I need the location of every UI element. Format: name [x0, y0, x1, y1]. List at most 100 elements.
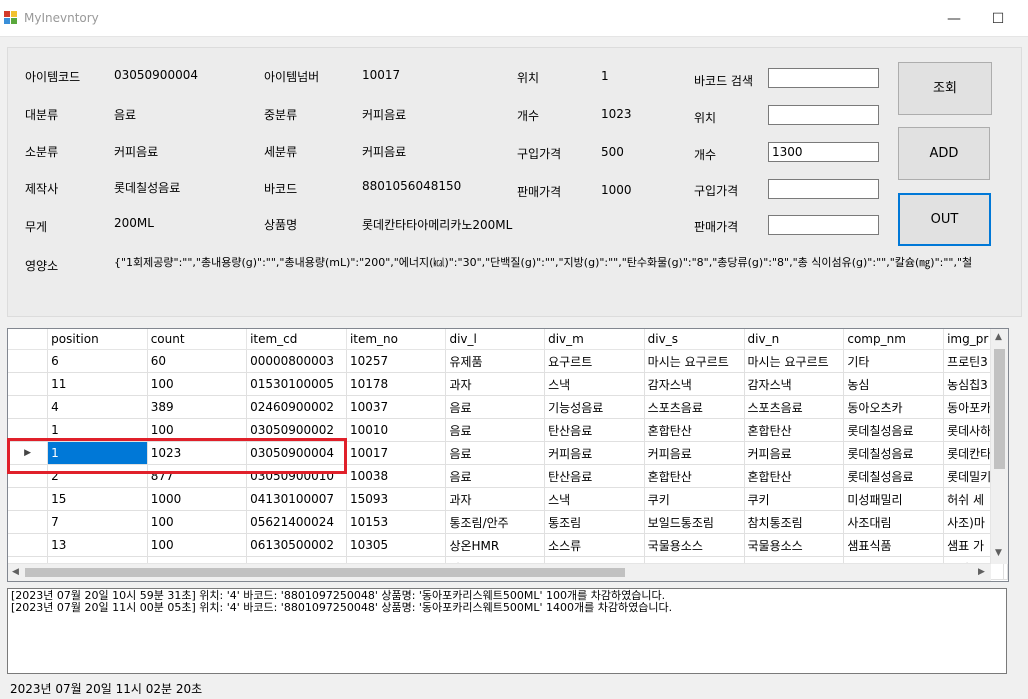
grid-cell-item-cd[interactable]: 01530100005 [246, 372, 347, 396]
location-input[interactable] [768, 105, 879, 125]
table-row[interactable]: 4 389 02460900002 10037 음료 기능성음료 스포츠음료 스포츠음료 동아오… [8, 395, 1008, 419]
horizontal-scroll-thumb[interactable] [25, 568, 625, 577]
grid-cell-div-m[interactable]: 탄산음료 [544, 418, 645, 442]
grid-cell-count[interactable]: 100 [147, 533, 248, 557]
grid-cell-div-s[interactable]: 혼합탄산 [644, 418, 745, 442]
row-header[interactable] [8, 533, 49, 557]
grid-cell-item-no[interactable]: 15093 [346, 487, 447, 511]
grid-cell-item-no[interactable]: 10178 [346, 372, 447, 396]
col-header-div-s[interactable]: div_s [644, 329, 745, 350]
row-header[interactable] [8, 372, 49, 396]
grid-cell-div-m[interactable]: 커피음료 [544, 441, 645, 465]
grid-vertical-scrollbar[interactable]: ▲ ▼ [990, 329, 1008, 564]
row-header[interactable] [8, 349, 49, 373]
grid-cell-position[interactable]: 6 [47, 349, 148, 373]
scroll-up-icon[interactable]: ▲ [995, 332, 1002, 342]
grid-cell-div-m[interactable]: 기능성음료 [544, 395, 645, 419]
grid-cell-div-m[interactable]: 소스류 [544, 533, 645, 557]
scroll-left-icon[interactable]: ◀ [12, 567, 19, 577]
scroll-down-icon[interactable]: ▼ [995, 548, 1002, 558]
grid-cell-div-n[interactable]: 참치통조림 [744, 510, 845, 534]
grid-cell-count[interactable]: 100 [147, 510, 248, 534]
grid-cell-item-cd[interactable]: 00000800003 [246, 349, 347, 373]
grid-cell-position[interactable]: 7 [47, 510, 148, 534]
grid-cell-position[interactable]: 13 [47, 533, 148, 557]
grid-cell-div-n[interactable]: 국물용소스 [744, 533, 845, 557]
grid-cell-div-n[interactable]: 마시는 요구르트 [744, 349, 845, 373]
out-button[interactable]: OUT [898, 193, 991, 246]
grid-cell-item-cd[interactable]: 06130500002 [246, 533, 347, 557]
grid-cell-position[interactable]: 4 [47, 395, 148, 419]
grid-cell-item-cd[interactable]: 02460900002 [246, 395, 347, 419]
grid-cell-comp-nm[interactable]: 미성패밀리 [843, 487, 945, 511]
vertical-scroll-thumb[interactable] [994, 349, 1005, 469]
col-header-div-m[interactable]: div_m [544, 329, 645, 350]
grid-cell-div-m[interactable]: 통조림 [544, 510, 645, 534]
row-header[interactable] [8, 510, 49, 534]
col-header-item-cd[interactable]: item_cd [246, 329, 347, 350]
table-row[interactable]: 13 100 06130500002 10305 상온HMR 소스류 국물용소스 국물용소스 샘… [8, 533, 1008, 557]
grid-cell-comp-nm[interactable]: 기타 [843, 349, 945, 373]
col-header-count[interactable]: count [147, 329, 248, 350]
grid-cell-div-l[interactable]: 음료 [445, 395, 546, 419]
col-header-position[interactable]: position [47, 329, 148, 350]
col-header-item-no[interactable]: item_no [346, 329, 447, 350]
grid-cell-count[interactable]: 60 [147, 349, 248, 373]
add-button[interactable]: ADD [898, 127, 990, 180]
search-button[interactable]: 조회 [898, 62, 992, 115]
grid-cell-comp-nm[interactable]: 샘표식품 [843, 533, 945, 557]
grid-cell-div-l[interactable]: 음료 [445, 464, 546, 488]
grid-cell-div-n[interactable]: 커피음료 [744, 441, 845, 465]
grid-cell-div-m[interactable]: 스낵 [544, 372, 645, 396]
grid-cell-comp-nm[interactable]: 롯데칠성음료 [843, 441, 945, 465]
scroll-right-icon[interactable]: ▶ [978, 567, 985, 577]
grid-cell-div-s[interactable]: 국물용소스 [644, 533, 745, 557]
minimize-button[interactable]: — [932, 6, 976, 32]
grid-cell-count[interactable]: 1000 [147, 487, 248, 511]
grid-cell-div-n[interactable]: 스포츠음료 [744, 395, 845, 419]
grid-cell-count[interactable]: 100 [147, 372, 248, 396]
grid-cell-count[interactable]: 389 [147, 395, 248, 419]
grid-cell-div-s[interactable]: 감자스낵 [644, 372, 745, 396]
grid-cell-div-n[interactable]: 쿠키 [744, 487, 845, 511]
grid-cell-div-l[interactable]: 상온HMR [445, 533, 546, 557]
grid-cell-item-cd[interactable]: 05621400024 [246, 510, 347, 534]
count-input[interactable] [768, 142, 879, 162]
grid-cell-div-s[interactable]: 커피음료 [644, 441, 745, 465]
grid-cell-div-m[interactable]: 탄산음료 [544, 464, 645, 488]
grid-cell-comp-nm[interactable]: 사조대림 [843, 510, 945, 534]
grid-cell-div-s[interactable]: 보일드통조림 [644, 510, 745, 534]
grid-cell-div-l[interactable]: 음료 [445, 418, 546, 442]
barcode-search-input[interactable] [768, 68, 879, 88]
activity-log[interactable]: [2023년 07월 20일 10시 59분 31초] 위치: '4' 바코드:… [7, 588, 1007, 674]
grid-cell-item-no[interactable]: 10037 [346, 395, 447, 419]
grid-cell-div-l[interactable]: 통조림/안주 [445, 510, 546, 534]
col-header-comp-nm[interactable]: comp_nm [843, 329, 945, 350]
grid-cell-div-n[interactable]: 혼합탄산 [744, 464, 845, 488]
buy-price-input[interactable] [768, 179, 879, 199]
grid-cell-comp-nm[interactable]: 동아오츠카 [843, 395, 945, 419]
grid-cell-div-l[interactable]: 유제품 [445, 349, 546, 373]
grid-cell-position[interactable]: 15 [47, 487, 148, 511]
col-header-div-l[interactable]: div_l [445, 329, 546, 350]
table-row[interactable]: 15 1000 04130100007 15093 과자 스낵 쿠키 쿠키 미성패밀리 허쉬 세 [8, 487, 1008, 511]
table-row[interactable]: 11 100 01530100005 10178 과자 스낵 감자스낵 감자스낵 농심 농심칩3 [8, 372, 1008, 396]
grid-horizontal-scrollbar[interactable]: ◀ ▶ [8, 563, 991, 581]
grid-cell-item-no[interactable]: 10257 [346, 349, 447, 373]
grid-cell-comp-nm[interactable]: 롯데칠성음료 [843, 464, 945, 488]
row-header[interactable] [8, 395, 49, 419]
grid-cell-item-no[interactable]: 10017 [346, 441, 447, 465]
grid-cell-div-s[interactable]: 쿠키 [644, 487, 745, 511]
grid-cell-div-m[interactable]: 요구르트 [544, 349, 645, 373]
grid-cell-item-cd[interactable]: 04130100007 [246, 487, 347, 511]
col-header-div-n[interactable]: div_n [744, 329, 845, 350]
grid-cell-div-m[interactable]: 스낵 [544, 487, 645, 511]
grid-cell-item-no[interactable]: 10153 [346, 510, 447, 534]
grid-cell-comp-nm[interactable]: 농심 [843, 372, 945, 396]
table-row[interactable]: 6 60 00000800003 10257 유제품 요구르트 마시는 요구르트 마시는 요구… [8, 349, 1008, 373]
grid-cell-item-no[interactable]: 10010 [346, 418, 447, 442]
grid-cell-item-no[interactable]: 10038 [346, 464, 447, 488]
grid-cell-div-l[interactable]: 과자 [445, 372, 546, 396]
grid-cell-div-l[interactable]: 과자 [445, 487, 546, 511]
maximize-button[interactable]: ☐ [976, 6, 1020, 32]
